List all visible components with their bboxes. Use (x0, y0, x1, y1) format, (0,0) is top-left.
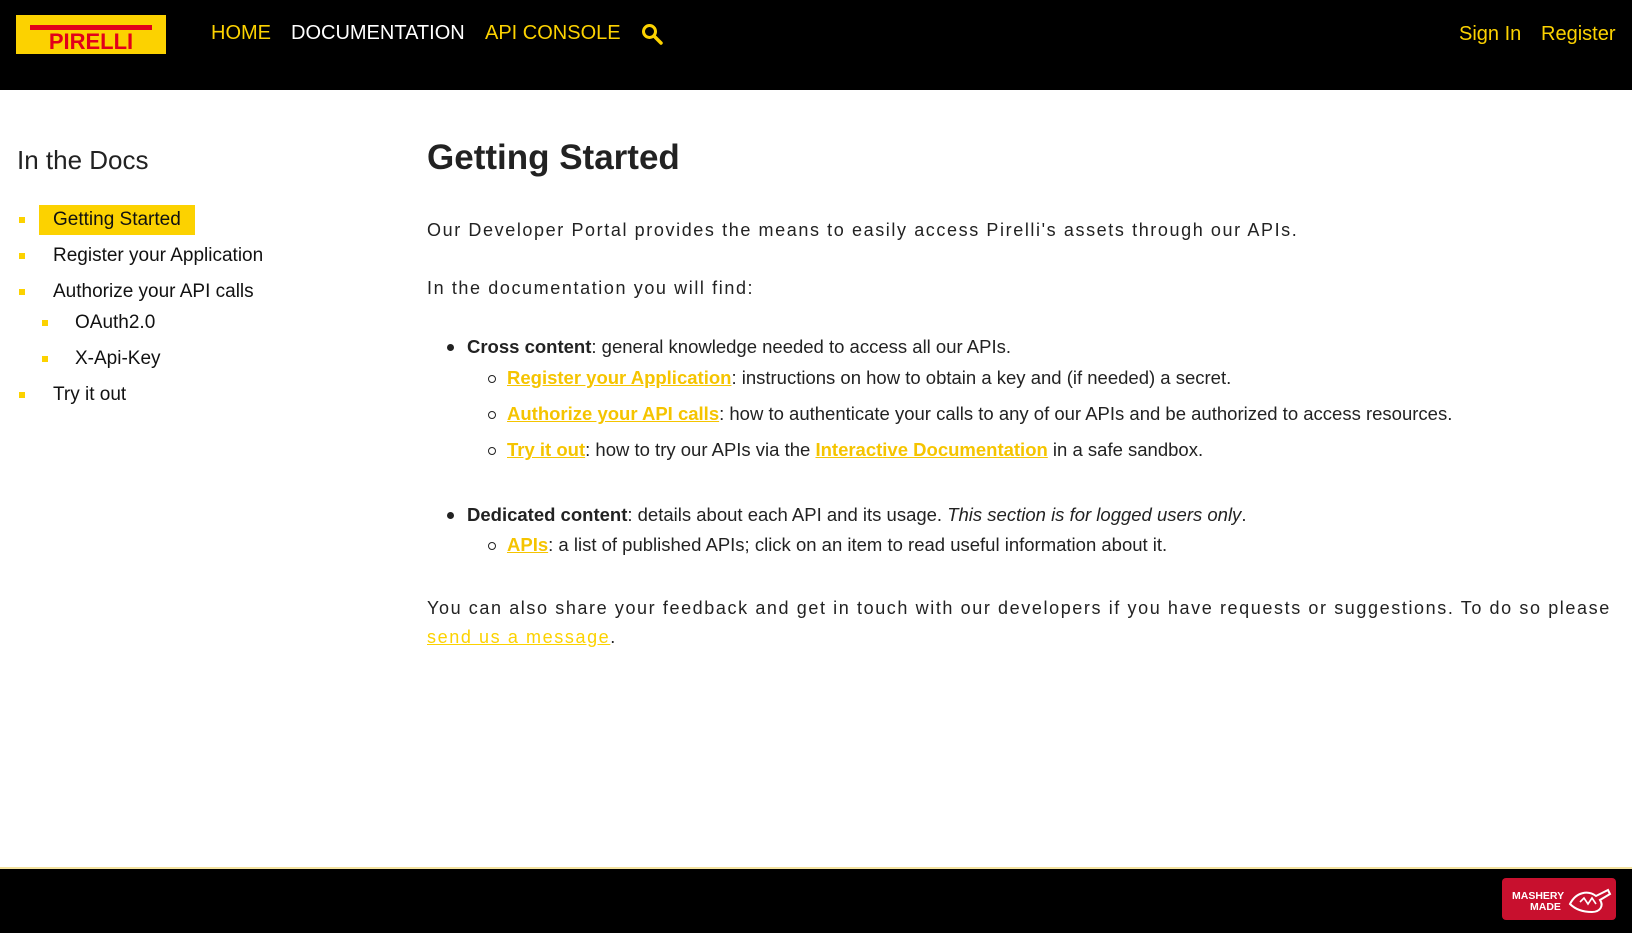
register-application-desc: : instructions on how to obtain a key an… (731, 367, 1232, 388)
page-title: Getting Started (427, 138, 680, 177)
bullet-icon (19, 217, 25, 223)
dedicated-content-item: Dedicated content: details about each AP… (467, 504, 1246, 526)
authorize-api-calls-link[interactable]: Authorize your API calls (507, 403, 719, 424)
sidebar-item-getting-started[interactable]: Getting Started (39, 205, 195, 235)
bullet-icon (19, 289, 25, 295)
mashery-badge-line2: MADE (1530, 901, 1561, 913)
sidebar-item-register-application[interactable]: Register your Application (53, 245, 263, 267)
find-text: In the documentation you will find: (427, 278, 755, 298)
dedicated-content-end: . (1241, 504, 1247, 525)
sidebar-title: In the Docs (17, 145, 149, 175)
feedback-body: You can also share your feedback and get… (427, 598, 1611, 618)
dedicated-content-note: This section is for logged users only (947, 504, 1242, 525)
top-navigation-bar: PIRELLI HOME DOCUMENTATION API CONSOLE S… (0, 0, 1632, 90)
try-it-out-link[interactable]: Try it out (507, 439, 585, 460)
feedback-text: You can also share your feedback and get… (427, 594, 1617, 652)
register-application-link[interactable]: Register your Application (507, 367, 731, 388)
intro-text: Our Developer Portal provides the means … (427, 220, 1299, 240)
cross-item-try: Try it out: how to try our APIs via the … (507, 439, 1203, 461)
search-icon[interactable] (641, 23, 663, 45)
cross-item-authorize: Authorize your API calls: how to authent… (507, 403, 1452, 425)
mashery-hand-icon (1568, 888, 1612, 914)
send-message-link[interactable]: send us a message (427, 627, 610, 647)
interactive-documentation-link[interactable]: Interactive Documentation (815, 439, 1047, 460)
nav-documentation[interactable]: DOCUMENTATION (291, 22, 465, 45)
sidebar-item-oauth2[interactable]: OAuth2.0 (75, 312, 155, 334)
apis-desc: : a list of published APIs; click on an … (548, 534, 1168, 555)
sidebar-item-x-api-key[interactable]: X-Api-Key (75, 348, 161, 370)
circle-bullet-icon (488, 375, 496, 383)
try-it-out-desc-end: in a safe sandbox. (1047, 439, 1204, 460)
sidebar-item-authorize-api-calls[interactable]: Authorize your API calls (53, 281, 254, 303)
cross-content-item: Cross content: general knowledge needed … (467, 336, 1011, 358)
sidebar-item-try-it-out[interactable]: Try it out (53, 384, 126, 406)
feedback-end: . (610, 627, 617, 647)
try-it-out-desc: : how to try our APIs via the (585, 439, 816, 460)
cross-content-label: Cross content (467, 336, 592, 357)
dedicated-item-apis: APIs: a list of published APIs; click on… (507, 534, 1167, 556)
footer (0, 867, 1632, 933)
sign-in-link[interactable]: Sign In (1459, 23, 1521, 46)
bullet-icon (19, 253, 25, 259)
nav-home[interactable]: HOME (211, 22, 271, 45)
bullet-icon (447, 512, 454, 519)
bullet-icon (42, 356, 48, 362)
nav-api-console[interactable]: API CONSOLE (485, 22, 621, 45)
register-link[interactable]: Register (1541, 23, 1615, 46)
bullet-icon (19, 392, 25, 398)
cross-item-register: Register your Application: instructions … (507, 367, 1231, 389)
pirelli-logo-icon: PIRELLI (16, 15, 166, 54)
mashery-badge-text: MASHERY MADE (1512, 891, 1564, 913)
bullet-icon (447, 344, 454, 351)
cross-content-text: : general knowledge needed to access all… (591, 336, 1011, 357)
dedicated-content-text: : details about each API and its usage. (627, 504, 948, 525)
circle-bullet-icon (488, 542, 496, 550)
bullet-icon (42, 320, 48, 326)
authorize-api-calls-desc: : how to authenticate your calls to any … (719, 403, 1453, 424)
svg-text:PIRELLI: PIRELLI (49, 29, 133, 54)
pirelli-logo[interactable]: PIRELLI (16, 15, 166, 54)
circle-bullet-icon (488, 447, 496, 455)
dedicated-content-label: Dedicated content (467, 504, 628, 525)
mashery-made-badge[interactable]: MASHERY MADE (1502, 878, 1616, 920)
circle-bullet-icon (488, 411, 496, 419)
apis-link[interactable]: APIs (507, 534, 548, 555)
